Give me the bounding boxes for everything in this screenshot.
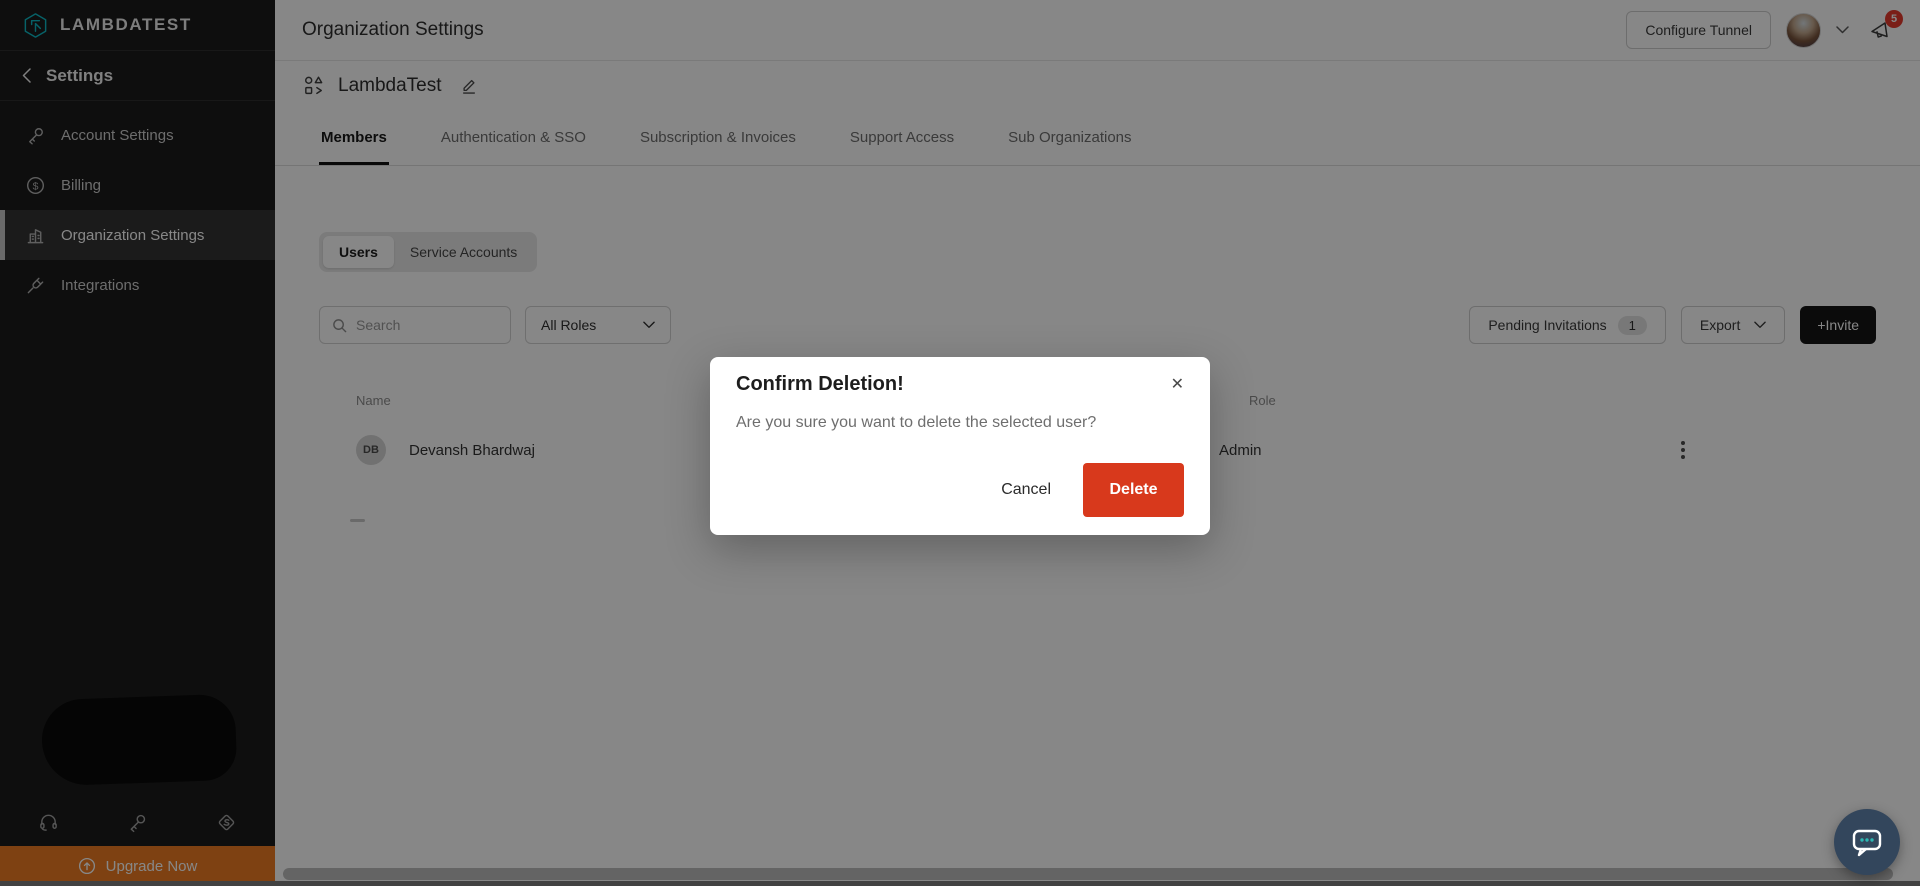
close-icon[interactable]: ✕ (1171, 377, 1184, 393)
cancel-button[interactable]: Cancel (1001, 481, 1051, 499)
modal-title: Confirm Deletion! (736, 373, 904, 396)
modal-header: Confirm Deletion! ✕ (736, 373, 1184, 396)
confirm-deletion-modal: Confirm Deletion! ✕ Are you sure you wan… (710, 357, 1210, 535)
modal-footer: Cancel Delete (736, 463, 1184, 517)
modal-message: Are you sure you want to delete the sele… (736, 414, 1184, 432)
chat-widget-button[interactable] (1834, 809, 1900, 875)
chat-bubble-icon (1851, 827, 1883, 857)
delete-button[interactable]: Delete (1083, 463, 1184, 517)
